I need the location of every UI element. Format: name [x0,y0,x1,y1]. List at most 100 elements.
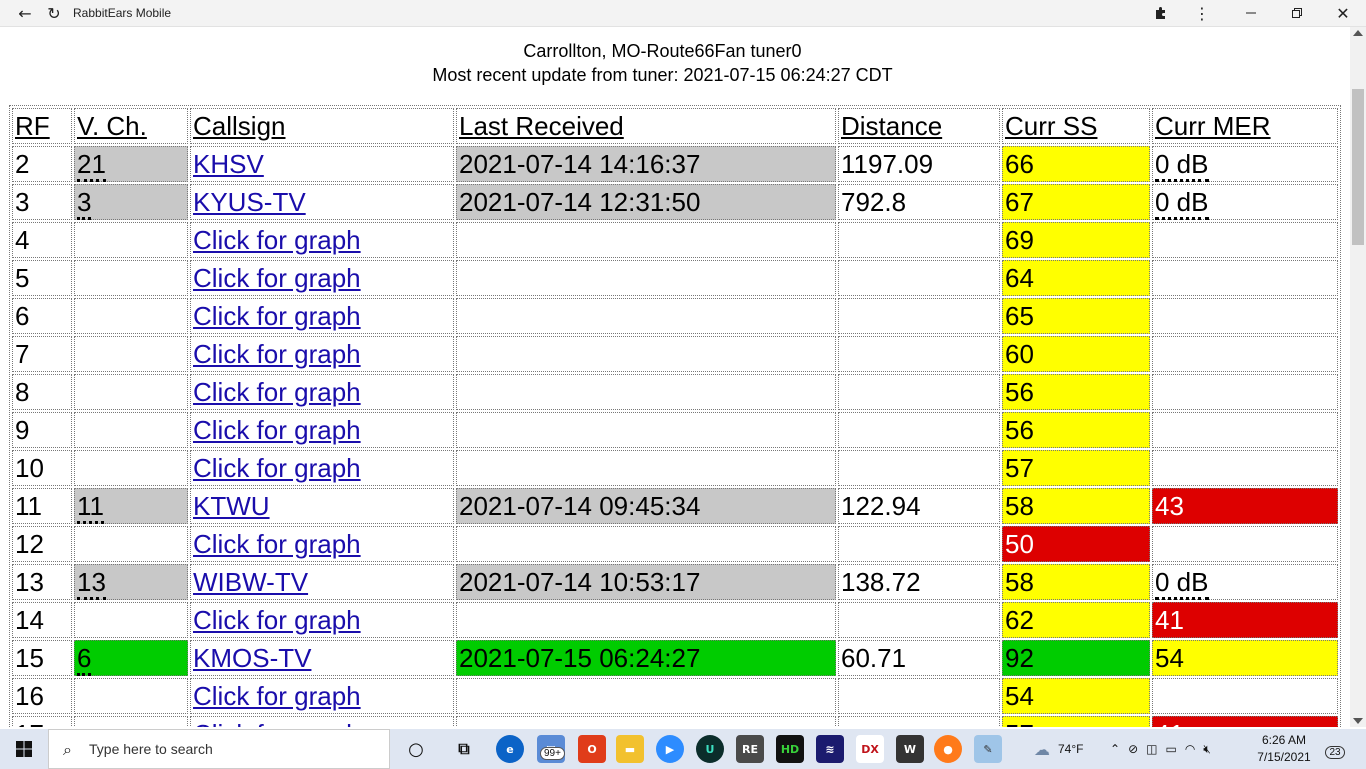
rabbitears-icon[interactable]: RE [736,735,764,763]
signal-icon[interactable]: ≋ [816,735,844,763]
col-last-received[interactable]: Last Received [456,108,836,144]
distance-cell [838,222,1000,258]
wifi-icon[interactable]: ◠ [1185,742,1195,756]
last-received-cell [456,412,836,448]
mer-cell: 54 [1152,640,1338,676]
callsign-cell: Click for graph [190,412,454,448]
mer-cell [1152,374,1338,410]
distance-cell [838,450,1000,486]
app-u-icon[interactable]: U [696,735,724,763]
graph-link[interactable]: Click for graph [193,529,361,559]
graph-link[interactable]: Click for graph [193,301,361,331]
rf-cell: 14 [12,602,72,638]
battery-icon[interactable]: ▭ [1165,742,1176,756]
graph-link[interactable]: Click for graph [193,453,361,483]
table-row: 3 3 KYUS-TV 2021-07-14 12:31:50 792.8 67… [12,184,1338,220]
ss-cell: 50 [1002,526,1150,562]
col-signal-strength[interactable]: Curr SS [1002,108,1150,144]
vch-cell: 13 [74,564,188,600]
graph-link[interactable]: Click for graph [193,719,361,728]
scroll-down-arrow-icon[interactable] [1353,718,1363,724]
weather-widget[interactable]: ☁ 74°F [1034,729,1083,769]
col-virtual-channel[interactable]: V. Ch. [74,108,188,144]
office-icon[interactable]: O [578,735,606,763]
rf-cell: 4 [12,222,72,258]
start-button[interactable] [0,729,48,769]
callsign-link[interactable]: KMOS-TV [193,643,311,673]
distance-cell [838,412,1000,448]
reload-icon[interactable]: ↻ [39,0,69,26]
distance-cell [838,374,1000,410]
edge-icon[interactable]: e [496,735,524,763]
vertical-scrollbar[interactable] [1350,27,1366,727]
col-mer[interactable]: Curr MER [1152,108,1338,144]
vch-cell [74,336,188,372]
cortana-icon[interactable]: ○ [402,735,430,763]
callsign-link[interactable]: KHSV [193,149,264,179]
more-menu-icon[interactable]: ⋮ [1187,0,1217,26]
ss-cell: 56 [1002,412,1150,448]
meet-now-icon[interactable]: ◫ [1146,742,1157,756]
clock-time: 6:26 AM [1261,733,1307,747]
rf-cell: 3 [12,184,72,220]
last-update: Most recent update from tuner: 2021-07-1… [432,65,893,85]
callsign-link[interactable]: WIBW-TV [193,567,308,597]
extensions-puzzle-icon[interactable] [1146,0,1176,26]
paint-icon[interactable]: ✎ [974,735,1002,763]
table-row: 12 Click for graph 50 [12,526,1338,562]
graph-link[interactable]: Click for graph [193,681,361,711]
callsign-link[interactable]: KYUS-TV [193,187,306,217]
search-icon: ⌕ [63,740,72,759]
graph-link[interactable]: Click for graph [193,263,361,293]
mer-cell: 41 [1152,602,1338,638]
minimize-icon[interactable] [1236,0,1266,26]
network-status-icon[interactable]: ⊘ [1128,742,1138,756]
scrollbar-thumb[interactable] [1352,89,1364,245]
vch-cell: 6 [74,640,188,676]
callsign-cell: KTWU [190,488,454,524]
table-row: 5 Click for graph 64 [12,260,1338,296]
distance-cell [838,678,1000,714]
hdhomerun-icon[interactable]: HD [776,735,804,763]
task-view-icon[interactable]: ⧉ [450,735,478,763]
notifications-button[interactable]: 23 [1322,737,1348,759]
mer-cell: 0 dB [1152,146,1338,182]
col-rf[interactable]: RF [12,108,72,144]
graph-link[interactable]: Click for graph [193,339,361,369]
table-row: 15 6 KMOS-TV 2021-07-15 06:24:27 60.71 9… [12,640,1338,676]
col-callsign[interactable]: Callsign [190,108,454,144]
restore-icon[interactable] [1282,0,1312,26]
col-distance[interactable]: Distance [838,108,1000,144]
back-arrow-icon[interactable]: ← [10,0,40,26]
dx-icon[interactable]: DX [856,735,884,763]
file-explorer-icon[interactable]: ▬ [616,735,644,763]
callsign-link[interactable]: KTWU [193,491,270,521]
callsign-cell: Click for graph [190,526,454,562]
graph-link[interactable]: Click for graph [193,415,361,445]
chevron-up-icon[interactable]: ⌃ [1110,742,1120,756]
graph-link[interactable]: Click for graph [193,605,361,635]
mer-value: 0 dB [1155,148,1209,182]
zoom-icon[interactable]: ▶ [656,735,684,763]
graph-link[interactable]: Click for graph [193,377,361,407]
volume-muted-icon[interactable]: 🔇︎ [1203,742,1211,757]
taskbar-clock[interactable]: 6:26 AM 7/15/2021 [1252,732,1316,766]
scroll-up-arrow-icon[interactable] [1353,30,1363,36]
graph-link[interactable]: Click for graph [193,225,361,255]
wikipedia-icon[interactable]: W [896,735,924,763]
mer-cell [1152,678,1338,714]
mer-cell [1152,336,1338,372]
clock-date: 7/15/2021 [1257,750,1311,764]
taskbar-search-box[interactable]: ⌕ Type here to search [48,729,390,769]
vch-value: 6 [77,642,92,676]
firefox-icon[interactable]: ● [934,735,962,763]
vch-value: 3 [77,186,92,220]
close-icon[interactable]: ✕ [1328,0,1358,26]
weather-temp: 74°F [1058,742,1084,756]
vch-cell [74,450,188,486]
table-row: 2 21 KHSV 2021-07-14 14:16:37 1197.09 66… [12,146,1338,182]
vch-cell: 21 [74,146,188,182]
system-tray: ⌃ ⊘ ◫ ▭ ◠ 🔇︎ [1110,729,1211,769]
rf-cell: 7 [12,336,72,372]
last-received-cell [456,260,836,296]
